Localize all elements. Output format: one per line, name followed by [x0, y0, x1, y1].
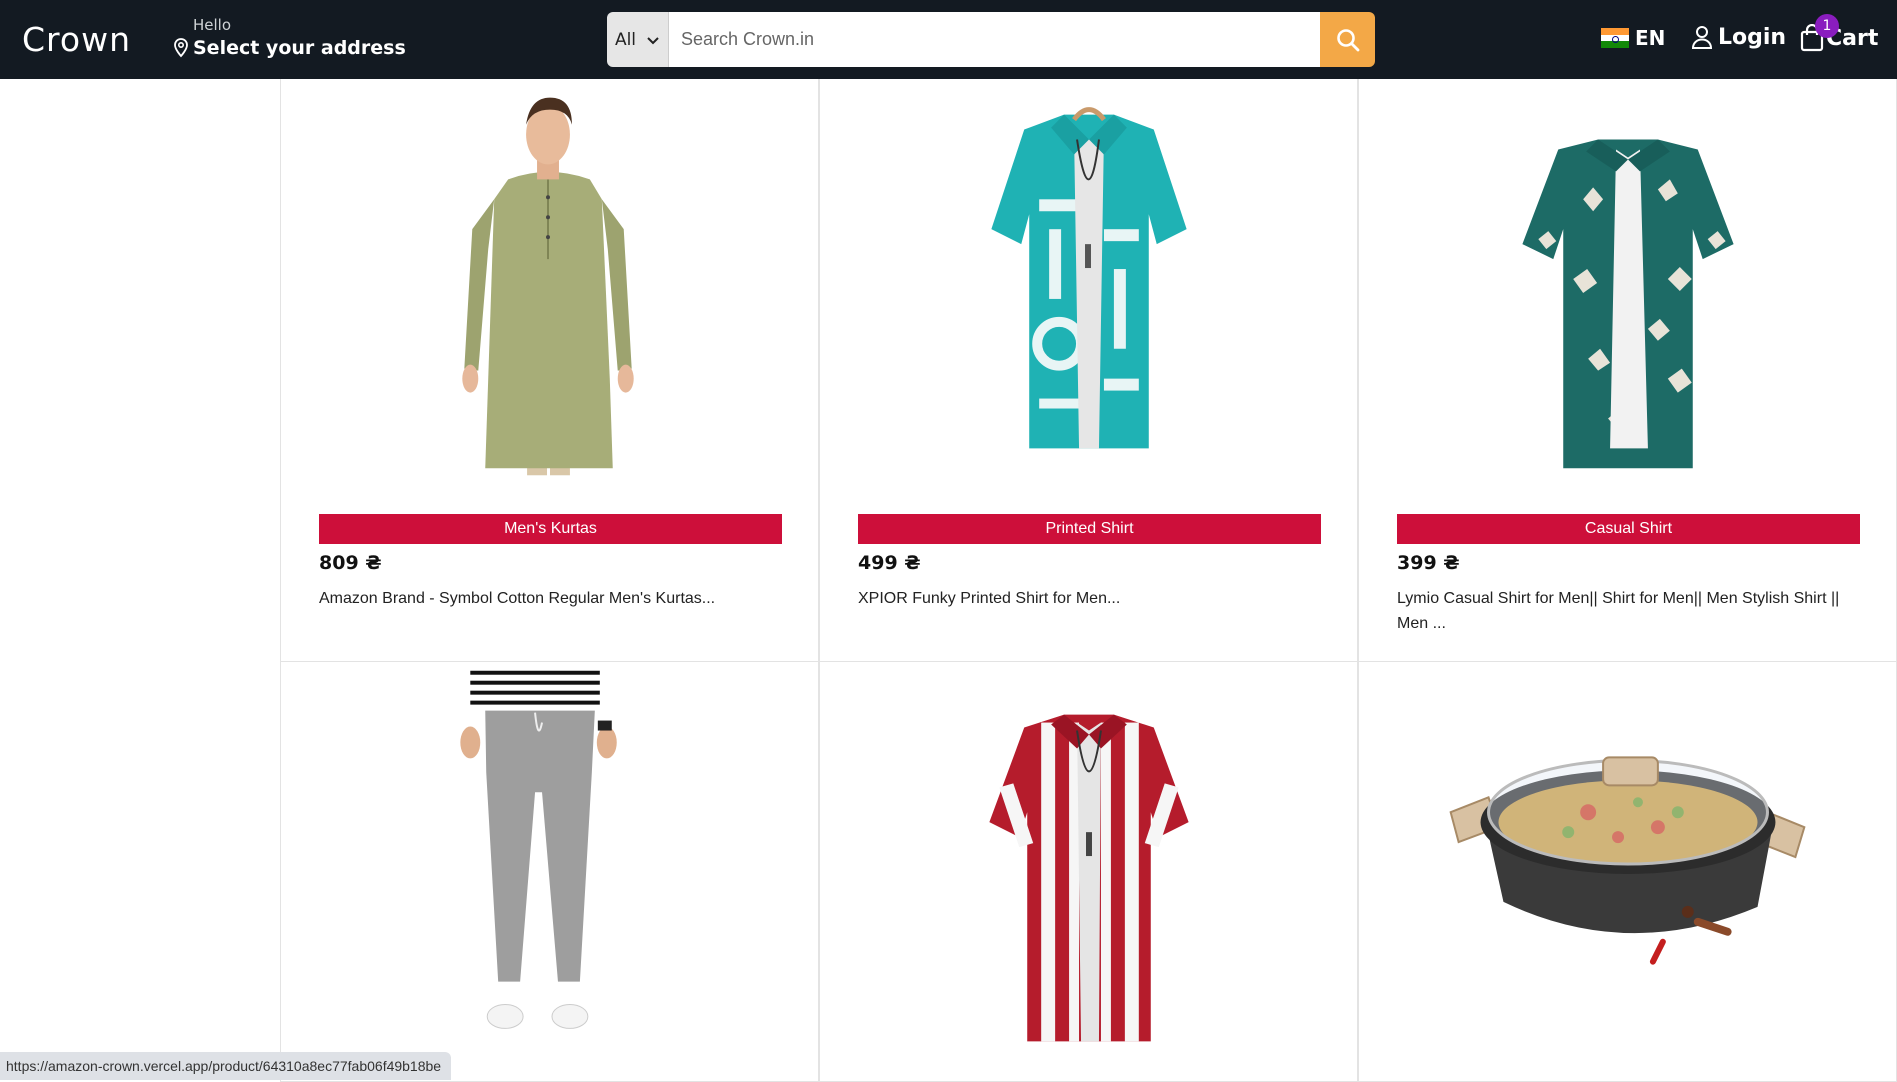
product-price: 809 ₴ [319, 552, 382, 574]
product-price: 499 ₴ [858, 552, 921, 574]
pants-image[interactable] [281, 662, 818, 1081]
login-label: Login [1718, 24, 1787, 50]
top-header: Crown Hello Select your address All EN L… [0, 0, 1897, 79]
product-card[interactable]: Printed Shirt 499 ₴ XPIOR Funky Printed … [819, 79, 1358, 662]
product-title[interactable]: XPIOR Funky Printed Shirt for Men... [858, 586, 1323, 611]
product-card[interactable] [280, 662, 819, 1082]
search-input[interactable] [669, 12, 1320, 67]
search-button[interactable] [1320, 12, 1375, 67]
language-selector[interactable]: EN [1601, 26, 1665, 50]
cookware-pan-image[interactable] [1359, 662, 1896, 1081]
product-card[interactable] [1358, 662, 1897, 1082]
product-title[interactable]: Amazon Brand - Symbol Cotton Regular Men… [319, 586, 784, 611]
browser-status-url: https://amazon-crown.vercel.app/product/… [0, 1052, 452, 1080]
user-icon [1691, 26, 1713, 49]
india-flag-icon [1601, 28, 1629, 49]
printed-shirt-image[interactable] [820, 79, 1357, 479]
address-label: Select your address [193, 37, 406, 59]
search-bar: All [607, 12, 1375, 67]
search-icon [1336, 28, 1359, 51]
language-label: EN [1635, 26, 1666, 50]
product-category-badge: Casual Shirt [1397, 514, 1860, 544]
product-card[interactable]: Men's Kurtas 809 ₴ Amazon Brand - Symbol… [280, 79, 819, 662]
product-grid: Men's Kurtas 809 ₴ Amazon Brand - Symbol… [280, 79, 1897, 1082]
product-category-badge: Printed Shirt [858, 514, 1321, 544]
product-card[interactable]: Casual Shirt 399 ₴ Lymio Casual Shirt fo… [1358, 79, 1897, 662]
product-title[interactable]: Lymio Casual Shirt for Men|| Shirt for M… [1397, 586, 1862, 636]
cart-button[interactable]: Cart 1 [1800, 14, 1878, 52]
location-pin-icon [174, 38, 188, 58]
product-price: 399 ₴ [1397, 552, 1460, 574]
product-card[interactable] [819, 662, 1358, 1082]
site-logo[interactable]: Crown [22, 20, 131, 59]
chevron-down-icon [647, 36, 659, 44]
search-category-select[interactable]: All [607, 12, 669, 67]
striped-shirt-image[interactable] [820, 662, 1357, 1081]
kurta-image[interactable] [281, 79, 818, 479]
casual-shirt-image[interactable] [1359, 79, 1896, 479]
cart-count-badge: 1 [1815, 14, 1839, 38]
search-category-value: All [614, 29, 637, 50]
address-greeting: Hello [193, 16, 232, 34]
login-button[interactable]: Login [1690, 24, 1786, 50]
product-category-badge: Men's Kurtas [319, 514, 782, 544]
address-selector[interactable]: Hello Select your address [172, 16, 406, 59]
